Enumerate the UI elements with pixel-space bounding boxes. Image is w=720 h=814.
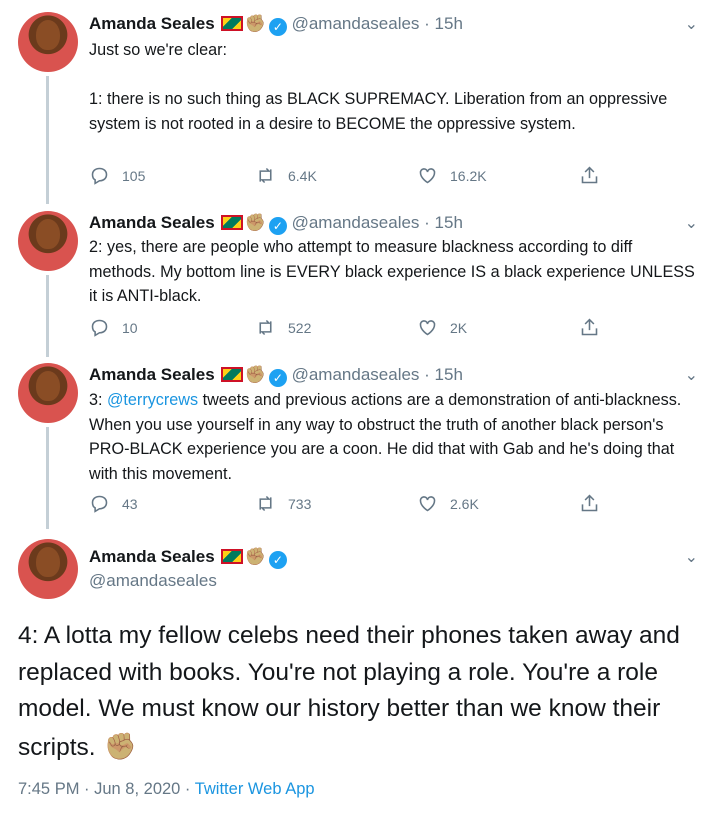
share-icon <box>581 494 598 512</box>
chevron-down-icon[interactable]: ⌄ <box>685 547 698 567</box>
tweet-header: Amanda Seales ✊ ✓ @amandaseales · 15h <box>89 13 463 36</box>
raised-fist-emoji: ✊ <box>244 365 266 384</box>
reply-icon <box>91 319 108 337</box>
tweet-actions: 10 522 2K <box>89 317 609 341</box>
author-name[interactable]: Amanda Seales <box>89 213 215 232</box>
tweet-text: Just so we're clear: 1: there is no such… <box>89 41 668 133</box>
verified-badge-icon: ✓ <box>268 217 287 235</box>
tweet-text: 3: @terrycrews tweets and previous actio… <box>89 388 701 486</box>
grenada-flag-icon <box>220 16 243 31</box>
author-name[interactable]: Amanda Seales <box>89 365 215 384</box>
mention-link[interactable]: @terrycrews <box>107 391 198 409</box>
like-button[interactable]: 2.6K <box>417 493 479 514</box>
retweet-icon <box>259 495 272 512</box>
chevron-down-icon[interactable]: ⌄ <box>685 213 698 233</box>
tweet-prefix: 3: <box>89 391 107 409</box>
share-icon <box>581 166 598 184</box>
reply-button[interactable]: 10 <box>89 317 138 338</box>
like-count: 2K <box>450 319 468 336</box>
retweet-button[interactable]: 733 <box>255 493 311 514</box>
like-button[interactable]: 2K <box>417 317 467 338</box>
avatar[interactable] <box>18 12 78 72</box>
raised-fist-emoji: ✊ <box>244 14 266 33</box>
reply-icon <box>91 495 108 513</box>
author-handle[interactable]: @amandaseales <box>292 365 420 384</box>
thread-line <box>46 275 49 357</box>
share-button[interactable] <box>579 317 600 338</box>
tweet-metadata: 7:45 PM · Jun 8, 2020 · Twitter Web App <box>18 780 315 799</box>
retweet-icon <box>259 167 272 184</box>
share-icon <box>581 318 598 336</box>
tweet-time[interactable]: · 15h <box>424 14 463 33</box>
tweet-header: Amanda Seales ✊ ✓ @amandaseales · 15h <box>89 364 463 387</box>
retweet-count: 522 <box>288 319 312 336</box>
heart-icon <box>419 496 436 512</box>
timestamp[interactable]: 7:45 PM · Jun 8, 2020 · <box>18 780 195 798</box>
avatar[interactable] <box>18 363 78 423</box>
retweet-button[interactable]: 522 <box>255 317 311 338</box>
heart-icon <box>419 168 436 184</box>
like-button[interactable]: 16.2K <box>417 165 487 186</box>
retweet-icon <box>259 319 272 336</box>
raised-fist-emoji: ✊ <box>244 547 266 566</box>
reply-count: 43 <box>122 495 138 512</box>
grenada-flag-icon <box>220 549 243 564</box>
tweet-time[interactable]: · 15h <box>424 213 463 232</box>
heart-icon <box>419 320 436 336</box>
tweet-text: 2: yes, there are people who attempt to … <box>89 238 695 305</box>
author-handle[interactable]: @amandaseales <box>292 213 420 232</box>
tweet-header: Amanda Seales ✊ ✓ @amandaseales · 15h <box>89 212 463 235</box>
tweet-time[interactable]: · 15h <box>424 365 463 384</box>
thread-line <box>46 427 49 529</box>
author-handle[interactable]: @amandaseales <box>89 571 217 591</box>
retweet-count: 6.4K <box>288 167 317 184</box>
like-count: 16.2K <box>450 167 487 184</box>
tweet-header: Amanda Seales ✊ ✓ <box>89 546 287 569</box>
author-handle[interactable]: @amandaseales <box>292 14 420 33</box>
retweet-button[interactable]: 6.4K <box>255 165 317 186</box>
retweet-count: 733 <box>288 495 312 512</box>
share-button[interactable] <box>579 165 600 186</box>
reply-button[interactable]: 43 <box>89 493 138 514</box>
tweet-actions: 105 6.4K 16.2K <box>89 165 609 189</box>
share-button[interactable] <box>579 493 600 514</box>
main-tweet-text: 4: A lotta my fellow celebs need their p… <box>18 618 708 766</box>
avatar[interactable] <box>18 211 78 271</box>
reply-count: 10 <box>122 319 138 336</box>
author-name[interactable]: Amanda Seales <box>89 14 215 33</box>
reply-button[interactable]: 105 <box>89 165 145 186</box>
thread-line <box>46 76 49 204</box>
chevron-down-icon[interactable]: ⌄ <box>685 14 698 34</box>
raised-fist-emoji: ✊ <box>244 213 266 232</box>
tweet-actions: 43 733 2.6K <box>89 493 609 517</box>
grenada-flag-icon <box>220 215 243 230</box>
like-count: 2.6K <box>450 495 479 512</box>
reply-icon <box>91 167 108 185</box>
verified-badge-icon: ✓ <box>268 551 287 569</box>
grenada-flag-icon <box>220 367 243 382</box>
reply-count: 105 <box>122 167 146 184</box>
verified-badge-icon: ✓ <box>268 18 287 36</box>
avatar[interactable] <box>18 539 78 599</box>
chevron-down-icon[interactable]: ⌄ <box>685 365 698 385</box>
author-name[interactable]: Amanda Seales <box>89 547 215 566</box>
verified-badge-icon: ✓ <box>268 369 287 387</box>
source-app-link[interactable]: Twitter Web App <box>195 780 315 798</box>
raised-fist-emoji: ✊ <box>104 730 137 761</box>
